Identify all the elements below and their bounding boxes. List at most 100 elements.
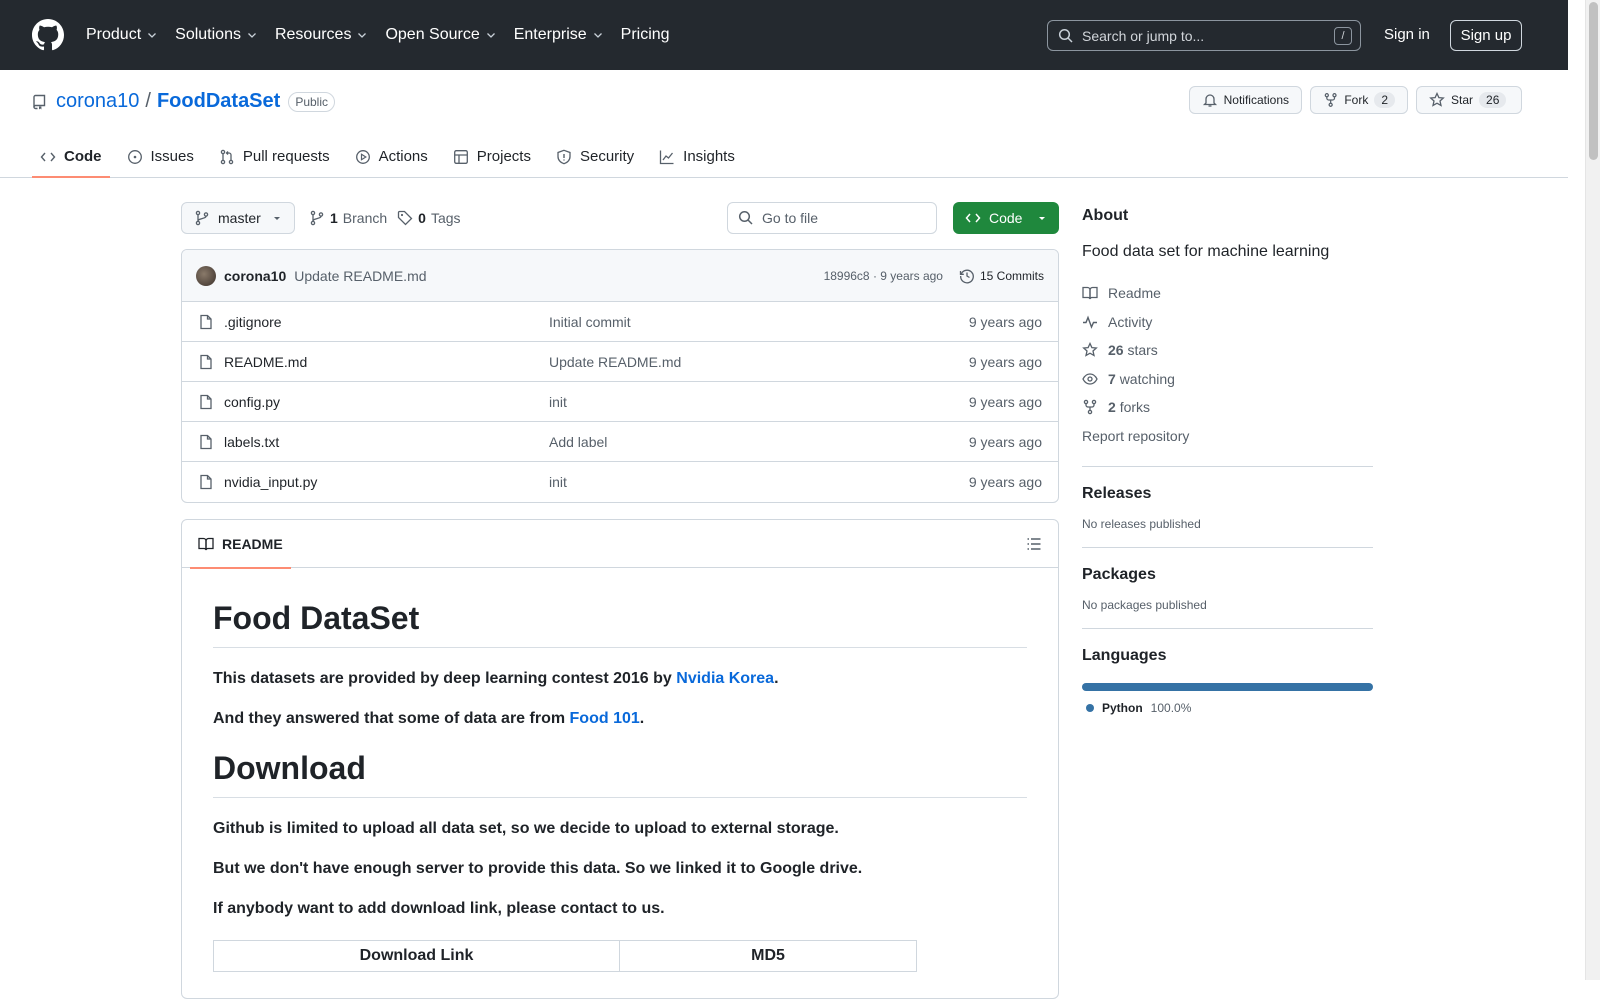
nav-enterprise[interactable]: Enterprise [514,26,604,44]
watching-label: watching [1119,370,1175,387]
chevron-down-icon [486,33,495,38]
caret-down-icon [274,217,280,220]
tab-issues-label: Issues [150,148,194,165]
tab-code[interactable]: Code [32,136,110,178]
table-row[interactable]: labels.txt Add label 9 years ago [182,422,1058,462]
star-label: Star [1451,93,1474,107]
file-commit-message[interactable]: Add label [549,434,969,450]
sign-up-button[interactable]: Sign up [1450,20,1522,51]
readme-header: README [182,520,1058,569]
file-age: 9 years ago [968,393,1042,410]
scrollbar-thumb[interactable] [1589,2,1598,160]
file-commit-message[interactable]: init [549,394,969,410]
stars-count: 26 [1108,342,1124,359]
table-row[interactable]: config.py init 9 years ago [182,382,1058,422]
file-icon [200,434,212,449]
stars-link[interactable]: 26 stars [1082,336,1373,365]
notifications-button[interactable]: Notifications [1188,86,1302,114]
repo-owner-link[interactable]: corona10 [56,90,139,113]
commits-history-link[interactable]: 15 Commits [959,268,1044,284]
branch-select-button[interactable]: master [181,202,295,234]
tab-issues[interactable]: Issues [119,136,202,177]
releases-title[interactable]: Releases [1082,485,1373,503]
star-button[interactable]: Star 26 [1416,86,1522,114]
path-separator: / [145,90,151,112]
page-scrollbar[interactable] [1585,0,1600,980]
branch-name: master [218,210,261,226]
readme-paragraph: This datasets are provided by deep learn… [213,670,1027,688]
tab-security[interactable]: Security [548,136,642,177]
releases-empty-text: No releases published [1082,517,1201,531]
tags-link[interactable]: 0 Tags [397,210,461,226]
commit-message[interactable]: Update README.md [294,268,426,284]
watchers-link[interactable]: 7 watching [1082,365,1373,394]
search-input[interactable]: Search or jump to... / [1047,20,1361,51]
nav-resources[interactable]: Resources [275,26,368,44]
list-outline-icon[interactable] [1026,536,1042,552]
chevron-down-icon [593,33,602,38]
table-row[interactable]: README.md Update README.md 9 years ago [182,342,1058,382]
file-commit-message[interactable]: Initial commit [549,314,969,330]
search-icon [738,210,753,225]
table-row[interactable]: nvidia_input.py init 9 years ago [182,462,1058,502]
file-age: 9 years ago [968,433,1042,450]
download-table: Download Link MD5 [213,940,917,972]
table-header-md5: MD5 [619,940,917,972]
book-icon [198,537,214,550]
food-101-link[interactable]: Food 101 [570,710,640,727]
packages-title[interactable]: Packages [1082,566,1373,584]
activity-link[interactable]: Activity [1082,308,1373,337]
go-to-file-placeholder: Go to file [762,210,819,226]
file-name[interactable]: config.py [224,394,549,410]
tab-pull-requests[interactable]: Pull requests [211,136,338,177]
tag-icon [398,210,413,226]
issue-icon [127,149,142,164]
sign-in-link[interactable]: Sign in [1384,26,1430,43]
graph-icon [660,150,674,164]
readme-body: Food DataSet This datasets are provided … [182,568,1058,998]
nav-pricing[interactable]: Pricing [621,26,670,44]
repo-name-link[interactable]: FoodDataSet [157,90,280,113]
global-header: Product Solutions Resources Open Source … [0,0,1568,70]
nvidia-korea-link[interactable]: Nvidia Korea [676,670,774,687]
languages-title: Languages [1082,647,1167,664]
stars-label: stars [1127,342,1158,359]
notifications-label: Notifications [1223,93,1289,107]
code-dropdown-button[interactable]: Code [953,202,1059,234]
commit-meta[interactable]: 18996c8 · 9 years ago [824,269,943,283]
table-row[interactable]: .gitignore Initial commit 9 years ago [182,302,1058,342]
language-percent: 100.0% [1150,701,1192,715]
go-to-file-input[interactable]: Go to file [727,202,937,234]
nav-product[interactable]: Product [86,26,158,44]
forks-link[interactable]: 2 forks [1082,393,1373,422]
file-icon [200,474,212,490]
fork-icon [1324,93,1337,107]
github-logo-icon[interactable] [32,19,64,51]
nav-solutions[interactable]: Solutions [175,26,258,44]
readme-tab[interactable]: README [190,520,291,569]
history-icon [959,269,974,283]
readme-heading-download: Download [213,750,1027,798]
file-name[interactable]: nvidia_input.py [224,474,549,490]
file-commit-message[interactable]: Update README.md [549,354,969,370]
avatar[interactable] [196,265,216,286]
branches-link[interactable]: 1 Branch [309,210,387,226]
divider [1082,547,1373,548]
fork-button[interactable]: Fork 2 [1310,86,1408,114]
tab-insights[interactable]: Insights [651,136,743,177]
file-name[interactable]: README.md [224,354,549,370]
readme-text: . [774,670,779,687]
report-repository-link[interactable]: Report repository [1082,422,1373,451]
activity-link-label: Activity [1108,313,1153,330]
commit-author[interactable]: corona10 [224,268,286,284]
tab-projects[interactable]: Projects [445,136,539,177]
language-item[interactable]: Python 100.0% [1082,701,1373,715]
readme-link[interactable]: Readme [1082,279,1373,308]
file-name[interactable]: labels.txt [224,434,549,450]
file-commit-message[interactable]: init [549,474,969,490]
file-name[interactable]: .gitignore [224,314,549,330]
top-nav: Product Solutions Resources Open Source … [86,26,687,44]
nav-open-source[interactable]: Open Source [385,26,496,44]
tab-actions[interactable]: Actions [347,136,436,177]
star-icon [1082,342,1098,358]
